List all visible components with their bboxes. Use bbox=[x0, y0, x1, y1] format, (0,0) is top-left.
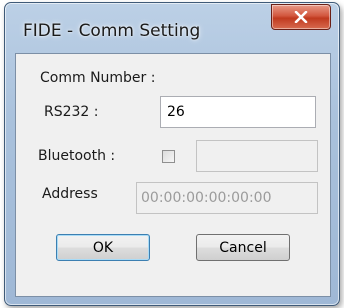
comm-number-label: Comm Number : bbox=[40, 70, 156, 86]
bluetooth-label: Bluetooth : bbox=[38, 148, 116, 164]
bluetooth-checkbox[interactable] bbox=[162, 150, 175, 163]
ok-button[interactable]: OK bbox=[56, 234, 150, 261]
cancel-button[interactable]: Cancel bbox=[196, 234, 290, 261]
close-button[interactable] bbox=[271, 4, 331, 30]
window-title: FIDE - Comm Setting bbox=[23, 21, 201, 41]
bluetooth-input[interactable] bbox=[196, 140, 318, 172]
dialog-window: FIDE - Comm Setting Comm Number : RS232 … bbox=[4, 2, 340, 306]
close-icon bbox=[294, 11, 308, 23]
address-input[interactable] bbox=[136, 182, 318, 214]
address-label: Address bbox=[42, 186, 98, 202]
rs232-port-input[interactable] bbox=[160, 96, 316, 128]
dialog-client-area: Comm Number : RS232 : Bluetooth : Addres… bbox=[15, 53, 331, 297]
rs232-label: RS232 : bbox=[44, 104, 99, 120]
title-bar[interactable]: FIDE - Comm Setting bbox=[5, 3, 339, 53]
